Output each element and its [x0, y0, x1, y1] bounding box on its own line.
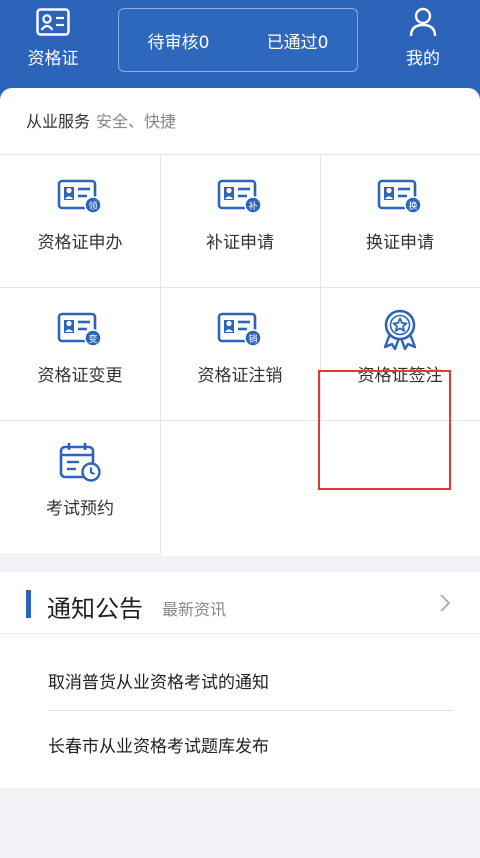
certificate-change-icon: 变: [57, 309, 103, 349]
chevron-right-icon[interactable]: [438, 592, 452, 618]
notice-item[interactable]: 取消普货从业资格考试的通知: [48, 668, 269, 693]
notice-title: 通知公告: [47, 595, 143, 623]
notice-section: 通知公告 最新资讯 取消普货从业资格考试的通知 长春市从业资格考试题库发布: [0, 572, 480, 788]
mine-label: 我的: [406, 49, 440, 69]
service-change-certificate[interactable]: 变 资格证变更: [0, 287, 160, 420]
id-card-icon: [36, 6, 70, 38]
services-subtitle: 安全、快捷: [96, 112, 177, 131]
certificate-cancel-icon: 销: [217, 309, 263, 349]
certificate-apply-icon: 领: [57, 176, 103, 216]
calendar-clock-icon: [59, 442, 101, 482]
user-icon: [409, 6, 437, 38]
services-title: 从业服务: [26, 112, 91, 131]
service-reissue-certificate[interactable]: 补 补证申请: [160, 154, 320, 287]
service-label: 资格证申办: [37, 233, 123, 253]
service-apply-certificate[interactable]: 领 资格证申办: [0, 154, 160, 287]
service-label: 补证申请: [206, 233, 274, 253]
notice-header[interactable]: 通知公告 最新资讯: [0, 572, 480, 634]
qualification-certificate-button[interactable]: 资格证: [8, 0, 98, 80]
review-status-panel: 待审核0 已通过0: [118, 8, 358, 72]
mine-button[interactable]: 我的: [378, 0, 468, 80]
notice-item[interactable]: 长春市从业资格考试题库发布: [48, 732, 269, 757]
service-label: 换证申请: [366, 233, 434, 253]
service-label: 考试预约: [46, 499, 114, 519]
service-renew-certificate[interactable]: 换 换证申请: [320, 154, 480, 287]
badge-text: 销: [248, 333, 257, 345]
pending-review-count[interactable]: 待审核0: [119, 28, 238, 53]
notice-subtitle: 最新资讯: [162, 600, 227, 619]
service-exam-booking[interactable]: 考试预约: [0, 420, 160, 553]
certificate-renew-icon: 换: [377, 176, 423, 216]
certificate-reissue-icon: 补: [217, 176, 263, 216]
grid-divider: [0, 554, 160, 555]
notice-accent-bar: [26, 590, 31, 618]
approved-count[interactable]: 已通过0: [238, 28, 357, 53]
service-label: 资格证注销: [197, 366, 283, 386]
badge-text: 补: [248, 200, 257, 212]
service-cancel-certificate[interactable]: 销 资格证注销: [160, 287, 320, 420]
notice-divider: [48, 710, 454, 711]
service-label: 资格证变更: [37, 366, 123, 386]
qualification-certificate-label: 资格证: [27, 49, 79, 69]
badge-text: 领: [88, 200, 97, 212]
highlight-box: [318, 370, 451, 490]
award-badge-icon: [380, 309, 420, 350]
services-card: 从业服务 安全、快捷 领 资格证申办 补 补证申请 换 换证申请 变 资格证变更…: [0, 88, 480, 556]
badge-text: 换: [408, 200, 417, 212]
badge-text: 变: [88, 333, 97, 345]
services-heading: 从业服务 安全、快捷: [26, 108, 176, 132]
